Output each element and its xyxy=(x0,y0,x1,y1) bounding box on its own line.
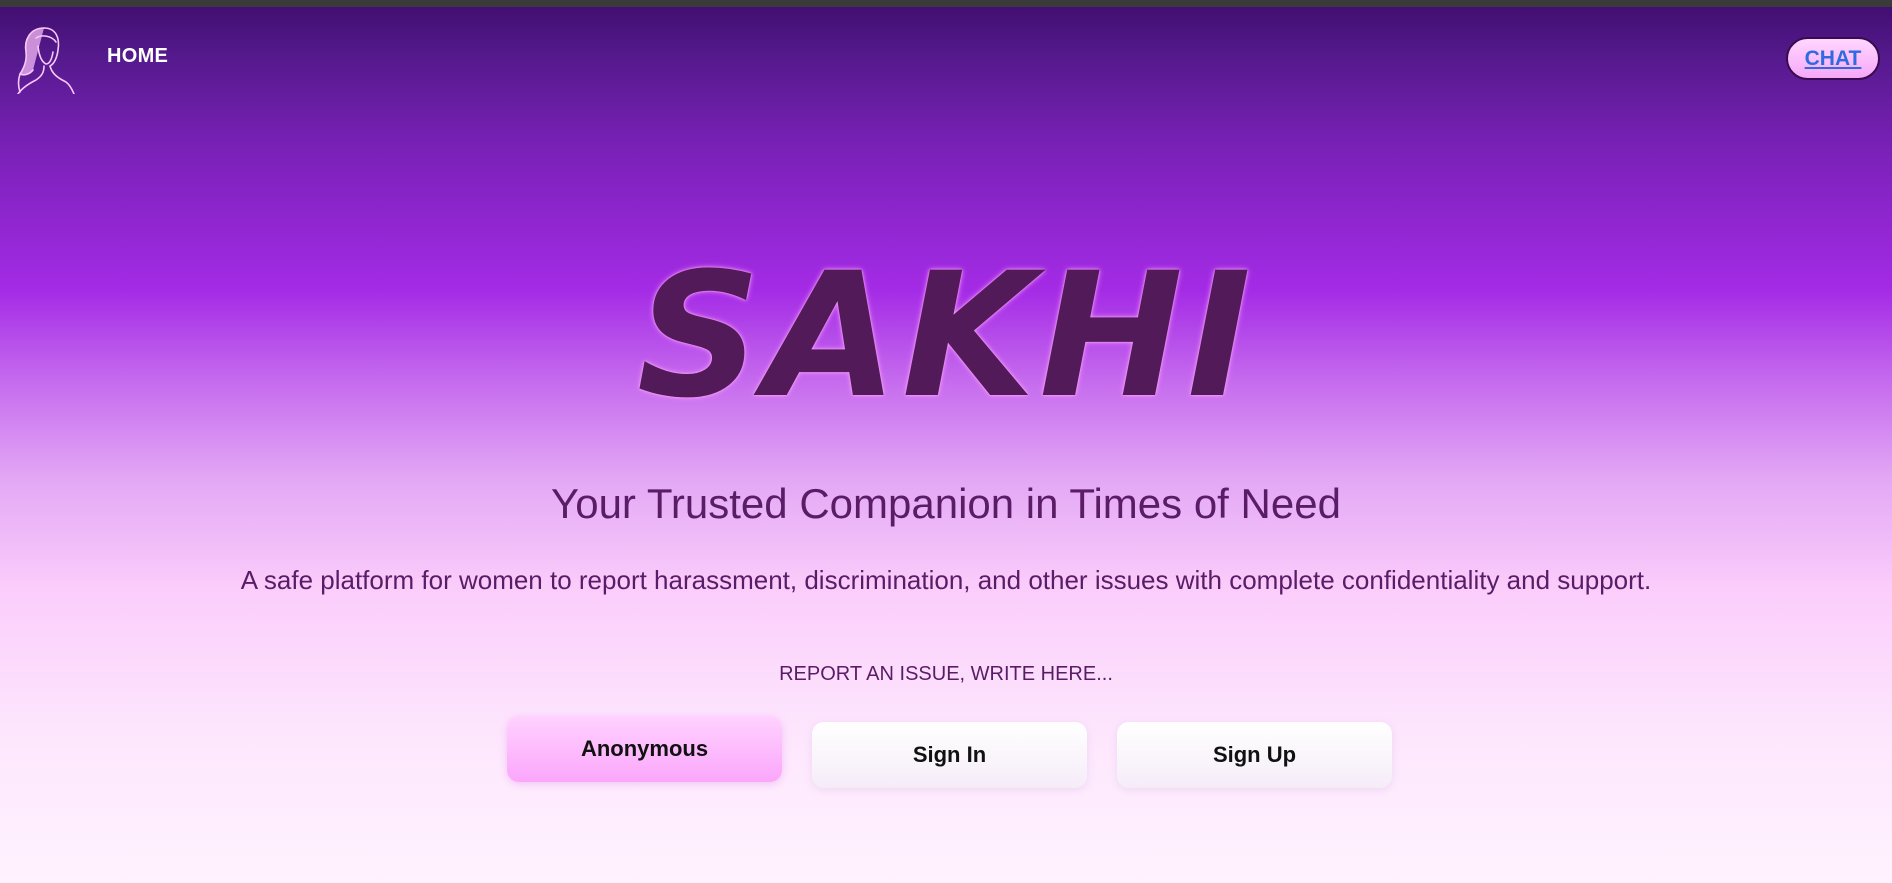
sign-in-button[interactable]: Sign In xyxy=(812,722,1087,788)
chat-button[interactable]: CHAT xyxy=(1786,37,1880,80)
brand-title: SAKHI xyxy=(636,235,1256,436)
anonymous-button[interactable]: Anonymous xyxy=(507,716,782,782)
window-top-strip xyxy=(0,0,1892,7)
hero-description: A safe platform for women to report hara… xyxy=(240,565,1652,595)
hero-tagline: Your Trusted Companion in Times of Need xyxy=(551,480,1341,527)
sign-up-button[interactable]: Sign Up xyxy=(1117,722,1392,788)
woman-silhouette-icon[interactable] xyxy=(14,24,76,95)
report-issue-prompt[interactable]: REPORT AN ISSUE, WRITE HERE... xyxy=(0,663,1892,686)
nav-home-link[interactable]: HOME xyxy=(107,45,168,68)
